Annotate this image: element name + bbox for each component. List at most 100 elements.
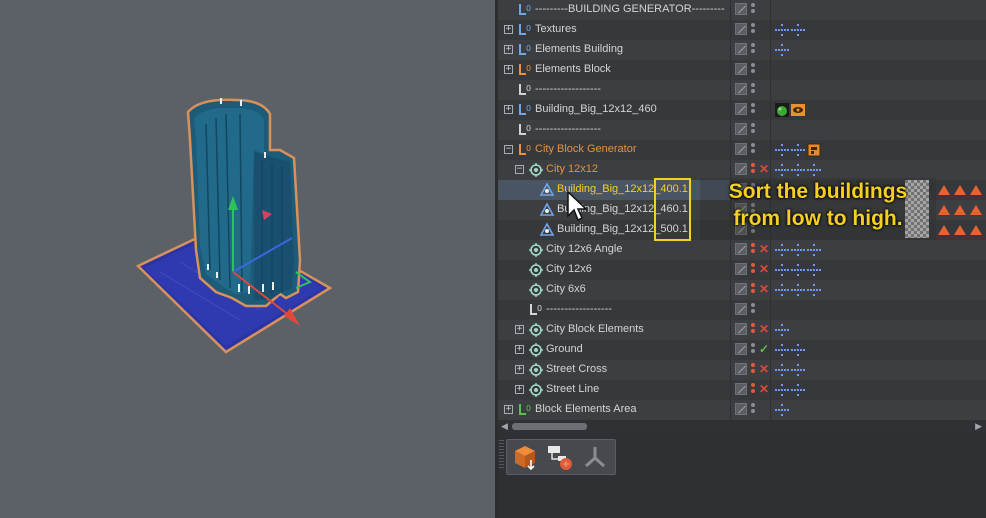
object-name[interactable]: City 12x6 — [546, 263, 592, 275]
visibility-dots-icon[interactable] — [751, 323, 755, 337]
visibility-dots-icon[interactable] — [751, 103, 755, 117]
disabled-icon[interactable]: ✕ — [759, 322, 769, 336]
constraint-tag-icon[interactable] — [791, 243, 805, 257]
tree-row[interactable]: +0 Building_Big_12x12_460 — [498, 100, 986, 120]
disabled-icon[interactable]: ✕ — [759, 382, 769, 396]
scroll-right-icon[interactable]: ▶ — [975, 421, 982, 432]
editable-toggle-icon[interactable] — [735, 243, 747, 255]
disabled-icon[interactable]: ✕ — [759, 282, 769, 296]
constraint-tag-icon[interactable] — [791, 263, 805, 277]
scroll-left-icon[interactable]: ◀ — [501, 421, 508, 432]
toolbar-grip[interactable] — [499, 440, 504, 468]
tree-row[interactable]: +0 Elements Building — [498, 40, 986, 60]
disabled-icon[interactable]: ✕ — [759, 162, 769, 176]
horizontal-scrollbar[interactable]: ◀ ▶ — [498, 420, 986, 433]
editable-toggle-icon[interactable] — [735, 83, 747, 95]
constraint-tag-icon[interactable] — [775, 143, 789, 157]
expand-icon[interactable]: + — [504, 45, 513, 54]
visibility-dots-icon[interactable] — [751, 83, 755, 97]
editable-toggle-icon[interactable] — [735, 163, 747, 175]
warning-tag-icon[interactable] — [937, 183, 951, 197]
constraint-tag-icon[interactable] — [807, 163, 821, 177]
warning-tag-icon[interactable] — [937, 223, 951, 237]
tree-row[interactable]: 0 ------------------ — [498, 120, 986, 140]
object-name[interactable]: Textures — [535, 23, 577, 35]
constraint-tag-icon[interactable] — [791, 343, 805, 357]
tree-row[interactable]: City 12x6 ✕ — [498, 260, 986, 280]
constraint-tag-icon[interactable] — [791, 143, 805, 157]
3d-viewport[interactable] — [0, 0, 495, 518]
object-name[interactable]: City 6x6 — [546, 283, 586, 295]
object-name[interactable]: Ground — [546, 343, 583, 355]
visibility-dots-icon[interactable] — [751, 3, 755, 17]
constraint-tag-icon[interactable] — [775, 403, 789, 417]
visibility-dots-icon[interactable] — [751, 283, 755, 297]
constraint-tag-icon[interactable] — [775, 383, 789, 397]
disabled-icon[interactable]: ✕ — [759, 362, 769, 376]
object-name[interactable]: ------------------ — [546, 303, 612, 315]
scrollbar-thumb[interactable] — [512, 423, 587, 430]
editable-toggle-icon[interactable] — [735, 363, 747, 375]
object-name[interactable]: ------------------ — [535, 83, 601, 95]
tree-row[interactable]: City 6x6 ✕ — [498, 280, 986, 300]
object-name[interactable]: Elements Building — [535, 43, 623, 55]
warning-tag-icon[interactable] — [953, 203, 967, 217]
editable-toggle-icon[interactable] — [735, 323, 747, 335]
constraint-tag-icon[interactable] — [791, 363, 805, 377]
constraint-tag-icon[interactable] — [807, 283, 821, 297]
editable-toggle-icon[interactable] — [735, 43, 747, 55]
editable-toggle-icon[interactable] — [735, 403, 747, 415]
visibility-dots-icon[interactable] — [751, 383, 755, 397]
visibility-dots-icon[interactable] — [751, 63, 755, 77]
constraint-tag-icon[interactable] — [791, 383, 805, 397]
expand-icon[interactable]: + — [504, 405, 513, 414]
warning-tag-icon[interactable] — [969, 203, 983, 217]
constraint-tag-icon[interactable] — [775, 263, 789, 277]
object-name[interactable]: Block Elements Area — [535, 403, 637, 415]
tree-row[interactable]: 0 ------------------ — [498, 80, 986, 100]
constraint-tag-icon[interactable] — [775, 243, 789, 257]
editable-toggle-icon[interactable] — [735, 23, 747, 35]
eye-tag-icon[interactable] — [791, 103, 805, 117]
editable-toggle-icon[interactable] — [735, 63, 747, 75]
editable-toggle-icon[interactable] — [735, 103, 747, 115]
visibility-dots-icon[interactable] — [751, 403, 755, 417]
joint-tool-icon[interactable] — [579, 442, 611, 472]
editable-toggle-icon[interactable] — [735, 383, 747, 395]
visibility-dots-icon[interactable] — [751, 303, 755, 317]
object-name[interactable]: City Block Elements — [546, 323, 644, 335]
constraint-tag-icon[interactable] — [775, 163, 789, 177]
expand-icon[interactable]: + — [504, 65, 513, 74]
visibility-dots-icon[interactable] — [751, 163, 755, 177]
tree-row[interactable]: − 0 City Block Generator — [498, 140, 986, 160]
editable-toggle-icon[interactable] — [735, 283, 747, 295]
visibility-dots-icon[interactable] — [751, 23, 755, 37]
tree-row[interactable]: City 12x6 Angle ✕ — [498, 240, 986, 260]
warning-tag-icon[interactable] — [969, 183, 983, 197]
expand-icon[interactable]: + — [515, 365, 524, 374]
visibility-dots-icon[interactable] — [751, 343, 755, 357]
expand-icon[interactable]: + — [504, 25, 513, 34]
disabled-icon[interactable]: ✕ — [759, 242, 769, 256]
warning-tag-icon[interactable] — [937, 203, 951, 217]
object-name[interactable]: ---------BUILDING GENERATOR--------- — [535, 3, 725, 15]
visibility-dots-icon[interactable] — [751, 243, 755, 257]
editable-toggle-icon[interactable] — [735, 303, 747, 315]
object-name[interactable]: City 12x6 Angle — [546, 243, 622, 255]
tree-row[interactable]: +0 Block Elements Area — [498, 400, 986, 420]
constraint-tag-icon[interactable] — [791, 283, 805, 297]
warning-tag-icon[interactable] — [953, 183, 967, 197]
object-name[interactable]: ------------------ — [535, 123, 601, 135]
xpresso-tag-icon[interactable] — [807, 143, 821, 157]
visibility-dots-icon[interactable] — [751, 123, 755, 137]
enabled-check-icon[interactable]: ✓ — [759, 342, 769, 356]
tree-row[interactable]: + City Block Elements ✕ — [498, 320, 986, 340]
tree-row[interactable]: + Street Line ✕ — [498, 380, 986, 400]
object-name[interactable]: Elements Block — [535, 63, 611, 75]
editable-toggle-icon[interactable] — [735, 343, 747, 355]
tree-row[interactable]: 0 ------------------ — [498, 300, 986, 320]
editable-toggle-icon[interactable] — [735, 263, 747, 275]
visibility-dots-icon[interactable] — [751, 263, 755, 277]
tree-row[interactable]: 0 ---------BUILDING GENERATOR--------- — [498, 0, 986, 20]
disabled-icon[interactable]: ✕ — [759, 262, 769, 276]
